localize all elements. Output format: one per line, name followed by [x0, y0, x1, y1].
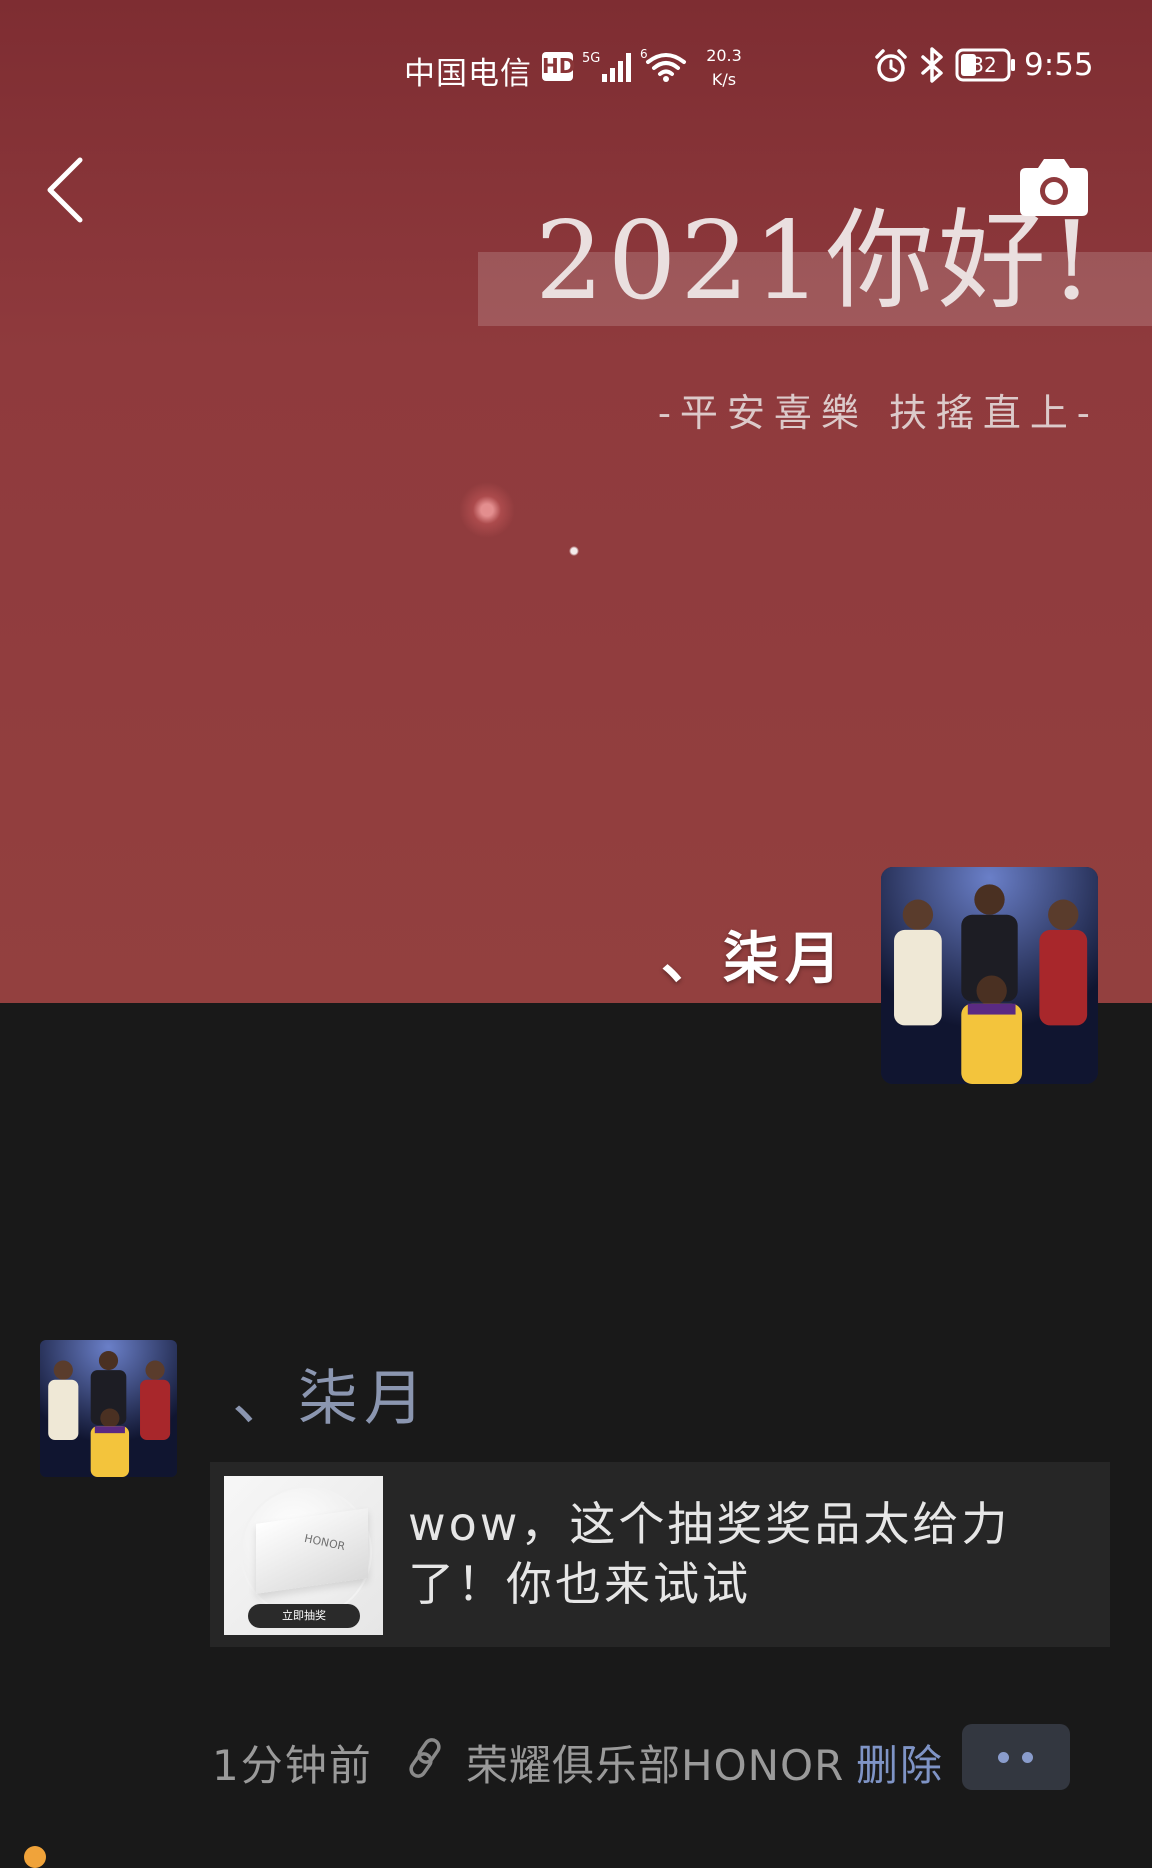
network-speed-value: 20.3 — [706, 46, 742, 65]
camera-button[interactable] — [1016, 156, 1092, 220]
camera-icon — [1020, 159, 1088, 216]
back-arrow-icon — [47, 157, 83, 223]
network-speed: 20.3 K/s — [700, 44, 748, 92]
cover-subline: -平安喜樂 扶搖直上- — [658, 391, 1099, 435]
thumbnail-cta: 立即抽奖 — [248, 1604, 360, 1628]
status-bar: 中国电信 HD 5G 6 20.3 K/s 32 9:55 — [0, 0, 1152, 132]
hd-badge: HD — [542, 52, 575, 81]
profile-name: 、柒月 — [661, 927, 847, 992]
battery-level: 32 — [971, 53, 997, 77]
carrier-name: 中国电信 — [404, 56, 532, 92]
network-speed-unit: K/s — [711, 70, 737, 89]
avatar-image — [881, 867, 1098, 1084]
post-author-name[interactable]: 、柒月 — [232, 1350, 430, 1437]
back-button[interactable] — [36, 154, 96, 226]
post-source-link[interactable]: 荣耀俱乐部HONOR — [466, 1732, 844, 1793]
delete-button[interactable]: 删除 — [856, 1732, 944, 1793]
cover-headline: 2021你好! — [535, 199, 1098, 324]
more-actions-button[interactable] — [962, 1724, 1070, 1790]
more-dot-icon — [1022, 1752, 1033, 1763]
profile-avatar[interactable] — [881, 867, 1098, 1084]
alarm-icon — [875, 49, 907, 82]
wifi-icon: 6 — [640, 47, 686, 82]
bluetooth-icon — [921, 47, 943, 83]
post-author-avatar[interactable] — [40, 1340, 177, 1477]
floating-dot-icon — [24, 1846, 46, 1868]
cover-image[interactable]: 2021你好! -平安喜樂 扶搖直上- — [0, 0, 1152, 1003]
svg-text:5G: 5G — [582, 51, 600, 66]
post-timestamp: 1分钟前 — [212, 1741, 373, 1790]
shared-link-thumbnail: HONOR 立即抽奖 — [224, 1476, 383, 1635]
shared-link-text: wow，这个抽奖奖品太给力了！你也来试试 — [408, 1497, 1011, 1611]
shared-link-card[interactable]: HONOR 立即抽奖 wow，这个抽奖奖品太给力了！你也来试试 — [210, 1462, 1110, 1647]
svg-text:6: 6 — [640, 47, 648, 61]
link-icon — [409, 1738, 441, 1778]
more-dot-icon — [998, 1752, 1009, 1763]
signal-icon: 5G — [582, 51, 631, 82]
clock: 9:55 — [1024, 47, 1094, 83]
avatar-image — [40, 1340, 177, 1477]
